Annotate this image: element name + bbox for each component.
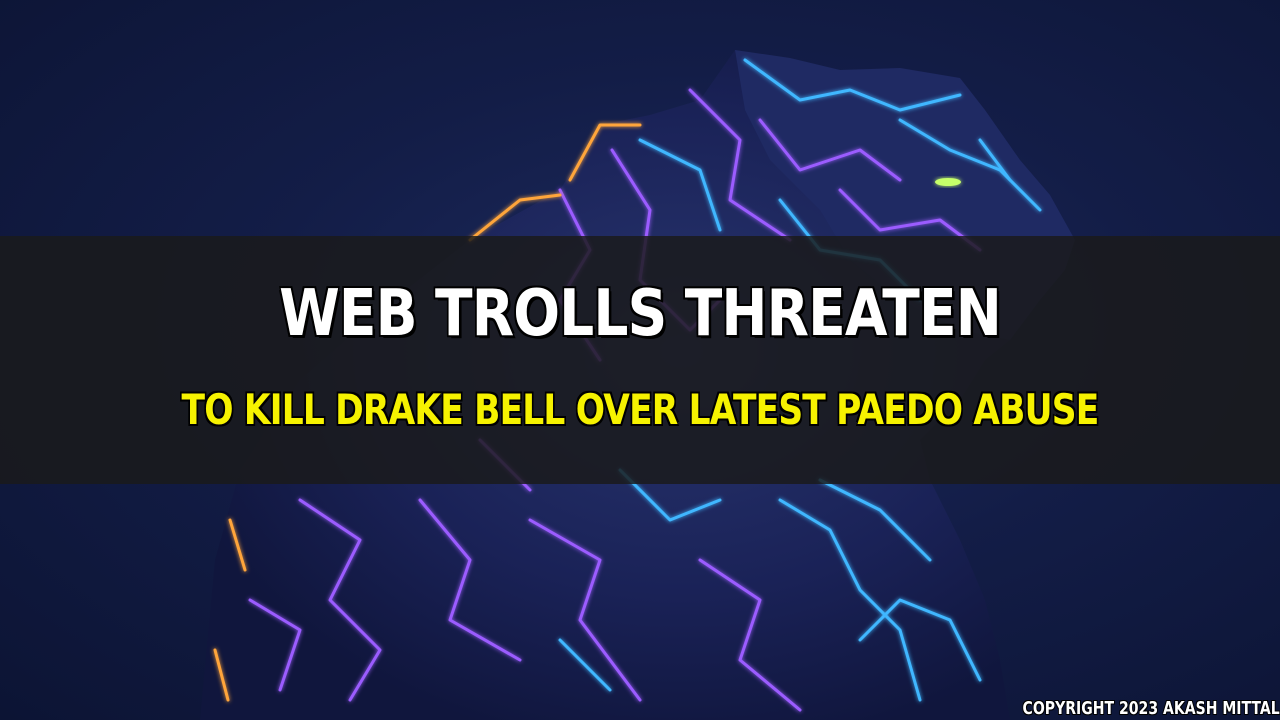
headline-primary: WEB TROLLS THREATEN	[279, 277, 1002, 351]
headline-secondary: TO KILL DRAKE BELL OVER LATEST PAEDO ABU…	[181, 385, 1100, 434]
thumbnail-canvas: WEB TROLLS THREATEN TO KILL DRAKE BELL O…	[0, 0, 1280, 720]
panther-eye	[935, 178, 961, 186]
copyright-notice: COPYRIGHT 2023 AKASH MITTAL	[1022, 698, 1280, 719]
